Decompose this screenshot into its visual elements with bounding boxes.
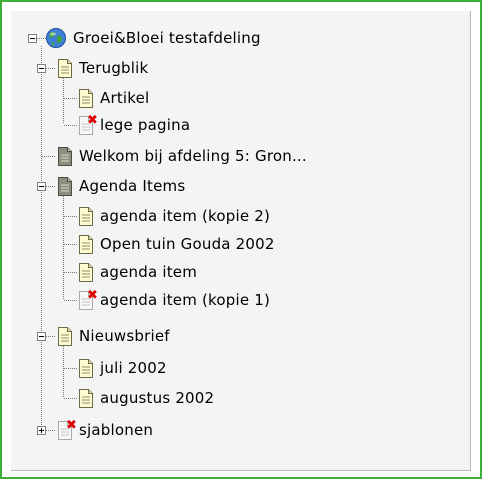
page-icon — [78, 88, 94, 108]
tree-item-agenda-items[interactable]: Agenda Items — [57, 175, 185, 197]
deleted-page-icon: ✖ — [78, 113, 98, 135]
tree-root-node[interactable]: Groei&Bloei testafdeling — [45, 27, 261, 49]
tree-item-label: juli 2002 — [100, 359, 167, 377]
tree-item-artikel[interactable]: Artikel — [78, 87, 149, 109]
page-icon — [78, 388, 94, 408]
tree-item-sjablonen[interactable]: ✖ sjablonen — [57, 418, 154, 441]
tree-item-label: sjablonen — [79, 421, 154, 439]
tree-item-label: augustus 2002 — [100, 389, 215, 407]
tree-item-juli-2002[interactable]: juli 2002 — [78, 357, 167, 379]
expand-sjablonen-toggle[interactable] — [37, 426, 46, 435]
collapse-terugblik-toggle[interactable] — [37, 64, 46, 73]
tree-item-agenda-item[interactable]: agenda item — [78, 261, 197, 283]
tree-item-label: agenda item — [100, 263, 198, 281]
page-icon — [57, 58, 73, 78]
tree-item-label: Welkom bij afdeling 5: Gron... — [79, 147, 307, 165]
collapse-nieuwsbrief-toggle[interactable] — [37, 332, 46, 341]
tree-item-label: agenda item (kopie 2) — [100, 207, 271, 225]
tree-item-label: Terugblik — [79, 59, 149, 77]
tree-item-welkom[interactable]: Welkom bij afdeling 5: Gron... — [57, 145, 307, 167]
page-icon — [57, 326, 73, 346]
tree-item-agenda-kopie-2[interactable]: agenda item (kopie 2) — [78, 205, 270, 227]
grey-page-icon — [57, 146, 73, 166]
delete-x-icon: ✖ — [87, 112, 98, 128]
tree-root-label: Groei&Bloei testafdeling — [73, 29, 261, 47]
tree-item-open-tuin[interactable]: Open tuin Gouda 2002 — [78, 233, 275, 255]
tree-item-label: agenda item (kopie 1) — [100, 291, 271, 309]
collapse-root-toggle[interactable] — [28, 34, 37, 43]
tree-item-augustus-2002[interactable]: augustus 2002 — [78, 387, 214, 409]
page-icon — [78, 262, 94, 282]
deleted-page-icon: ✖ — [78, 288, 98, 310]
grey-page-icon — [57, 176, 73, 196]
globe-icon — [45, 27, 67, 49]
delete-x-icon: ✖ — [66, 417, 77, 433]
tree-item-label: Nieuwsbrief — [79, 327, 170, 345]
site-tree-panel: Groei&Bloei testafdeling Terugblik Artik… — [11, 11, 471, 471]
tree-item-terugblik[interactable]: Terugblik — [57, 57, 148, 79]
tree-item-nieuwsbrief[interactable]: Nieuwsbrief — [57, 325, 170, 347]
tree-item-label: Agenda Items — [79, 177, 186, 195]
site-tree: Groei&Bloei testafdeling Terugblik Artik… — [11, 11, 471, 471]
tree-item-label: Artikel — [100, 89, 150, 107]
delete-x-icon: ✖ — [87, 287, 98, 303]
tree-item-label: Open tuin Gouda 2002 — [100, 235, 275, 253]
page-icon — [78, 234, 94, 254]
page-icon — [78, 358, 94, 378]
deleted-page-icon: ✖ — [57, 418, 77, 440]
tree-item-lege-pagina[interactable]: ✖ lege pagina — [78, 113, 191, 136]
page-icon — [78, 206, 94, 226]
collapse-agenda-items-toggle[interactable] — [37, 182, 46, 191]
tree-item-agenda-kopie-1[interactable]: ✖ agenda item (kopie 1) — [78, 288, 271, 311]
tree-item-label: lege pagina — [100, 116, 191, 134]
